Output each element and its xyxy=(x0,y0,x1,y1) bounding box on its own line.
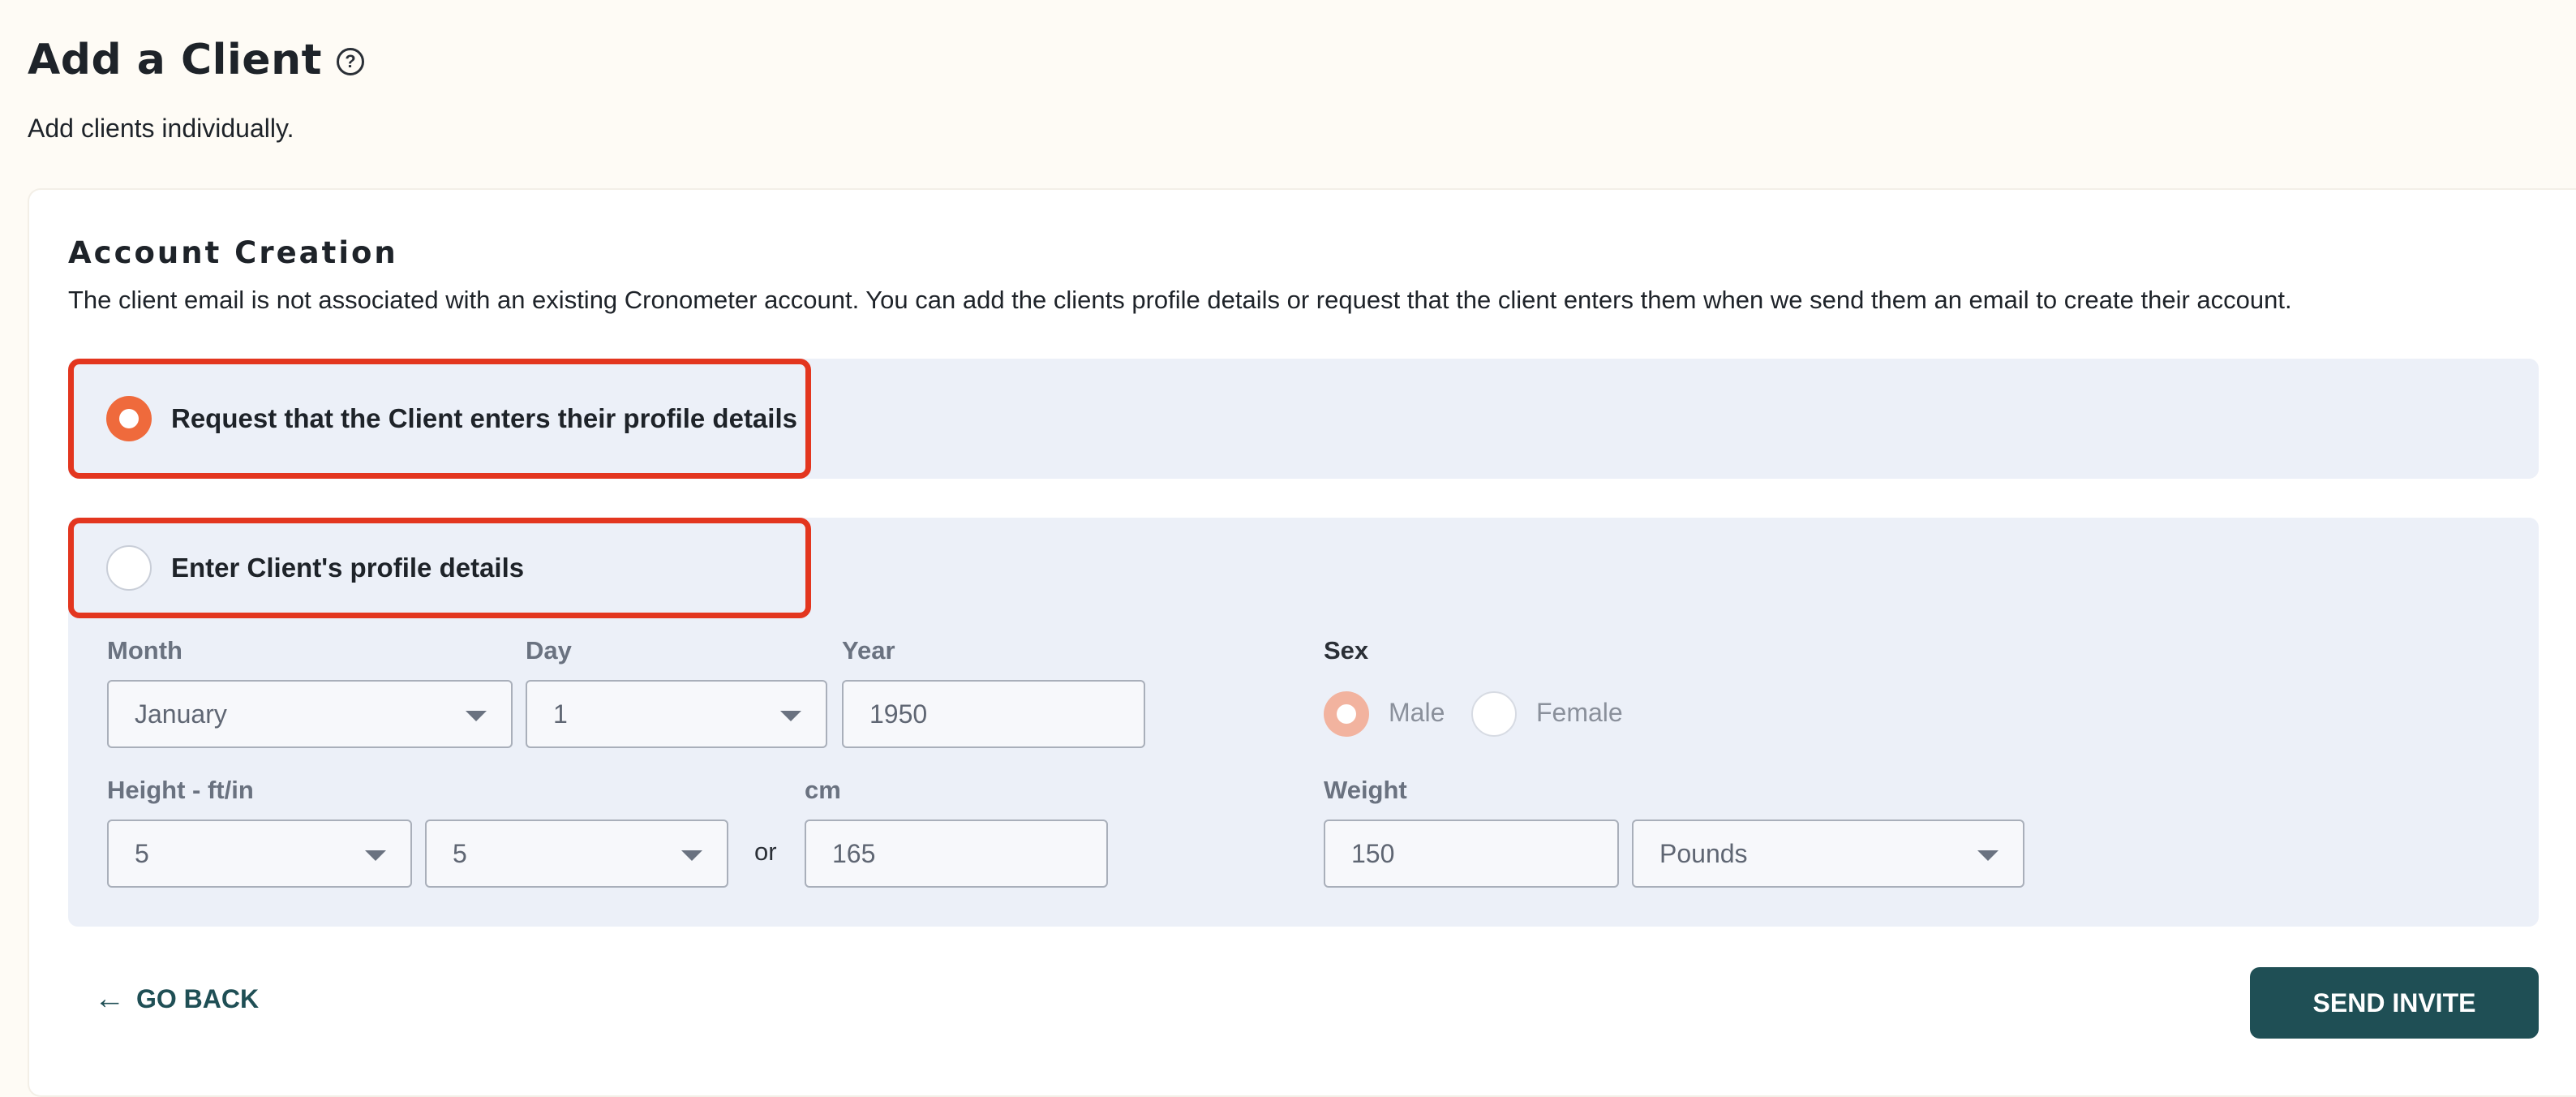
height-label: Height - ft/in xyxy=(107,776,254,804)
section-description: The client email is not associated with … xyxy=(68,286,2292,314)
chevron-down-icon xyxy=(1977,850,1999,861)
send-invite-button[interactable]: SEND INVITE xyxy=(2250,967,2539,1039)
cm-label: cm xyxy=(805,776,841,804)
radio-dot xyxy=(119,409,139,428)
year-value: 1950 xyxy=(869,699,928,729)
chevron-down-icon xyxy=(365,850,386,861)
enter-details-highlight[interactable]: Enter Client's profile details xyxy=(68,518,811,618)
question-circle-icon[interactable]: ? xyxy=(336,48,364,75)
sex-female-label[interactable]: Female xyxy=(1536,698,1623,728)
arrow-left-icon: ← xyxy=(94,982,125,1016)
year-label: Year xyxy=(842,636,895,665)
enter-details-radio[interactable] xyxy=(106,545,152,591)
page-title: Add a Client xyxy=(28,36,322,84)
height-inches-select[interactable]: 5 xyxy=(425,820,728,888)
title-row: Add a Client ? xyxy=(28,36,364,84)
weight-unit-value: Pounds xyxy=(1659,838,1748,868)
enter-details-panel: Enter Client's profile details Month Jan… xyxy=(68,518,2539,927)
sex-male-radio[interactable] xyxy=(1324,691,1369,737)
day-select[interactable]: 1 xyxy=(526,680,827,748)
sex-female-radio[interactable] xyxy=(1471,691,1517,737)
sex-label: Sex xyxy=(1324,636,1369,665)
day-value: 1 xyxy=(553,699,568,729)
weight-input[interactable]: 150 xyxy=(1324,820,1619,888)
chevron-down-icon xyxy=(681,850,702,861)
page-header: Add a Client ? Add clients individually. xyxy=(28,36,364,144)
chevron-down-icon xyxy=(466,711,487,721)
day-label: Day xyxy=(526,636,572,665)
height-feet-select[interactable]: 5 xyxy=(107,820,412,888)
go-back-label: GO BACK xyxy=(136,984,260,1013)
year-input[interactable]: 1950 xyxy=(842,680,1145,748)
radio-dot xyxy=(1337,704,1356,724)
height-inches-value: 5 xyxy=(453,838,467,868)
or-separator: or xyxy=(754,837,777,866)
month-value: January xyxy=(135,699,227,729)
month-select[interactable]: January xyxy=(107,680,513,748)
height-cm-input[interactable]: 165 xyxy=(805,820,1108,888)
page-subtitle: Add clients individually. xyxy=(28,114,294,143)
height-feet-value: 5 xyxy=(135,838,149,868)
request-option-label[interactable]: Request that the Client enters their pro… xyxy=(171,403,797,434)
request-option-panel: Request that the Client enters their pro… xyxy=(68,359,2539,479)
enter-details-label[interactable]: Enter Client's profile details xyxy=(171,553,524,583)
request-option-radio[interactable] xyxy=(106,396,152,441)
weight-unit-select[interactable]: Pounds xyxy=(1632,820,2024,888)
month-label: Month xyxy=(107,636,182,665)
height-cm-value: 165 xyxy=(832,838,876,868)
weight-value: 150 xyxy=(1351,838,1395,868)
sex-male-label[interactable]: Male xyxy=(1389,698,1445,728)
section-title: Account Creation xyxy=(68,235,398,270)
chevron-down-icon xyxy=(780,711,801,721)
account-creation-card: Account Creation The client email is not… xyxy=(28,188,2576,1097)
request-option-highlight[interactable]: Request that the Client enters their pro… xyxy=(68,359,811,479)
go-back-button[interactable]: ← GO BACK xyxy=(94,982,259,1017)
weight-label: Weight xyxy=(1324,776,1407,804)
send-invite-label: SEND INVITE xyxy=(2312,987,2476,1017)
